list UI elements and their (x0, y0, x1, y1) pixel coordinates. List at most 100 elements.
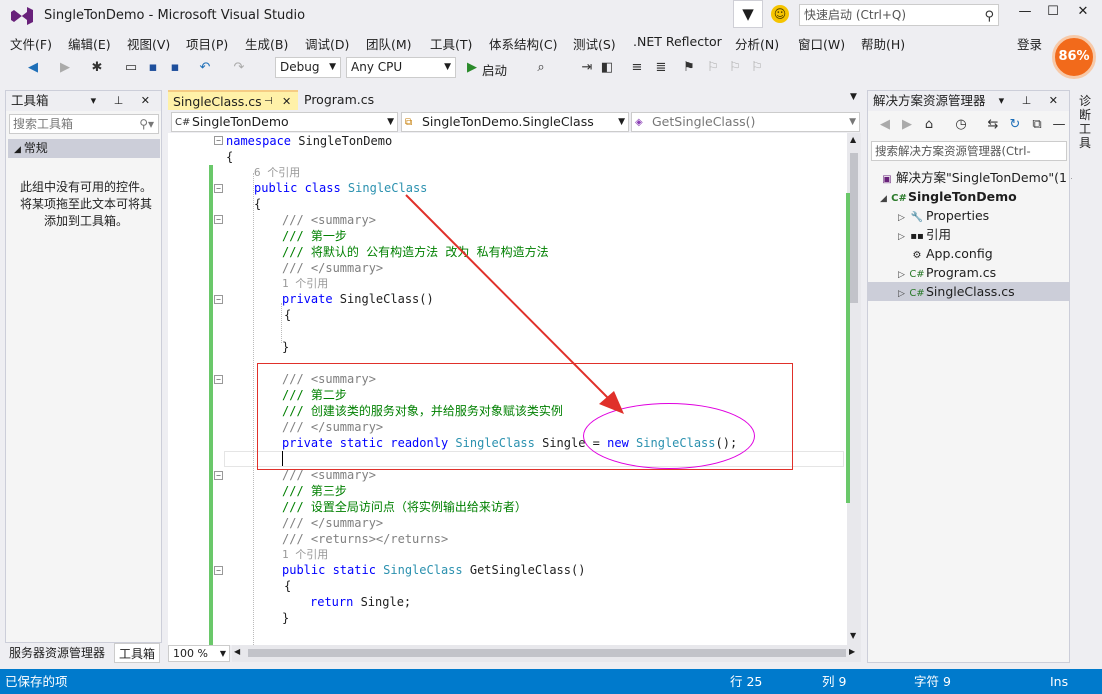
type-nav-select[interactable]: ⧉ SingleTonDemo.SingleClass ▼ (401, 112, 629, 132)
find-icon[interactable]: ⌕ (532, 59, 550, 77)
member-nav-select[interactable]: ◈ GetSingleClass() ▼ (631, 112, 860, 132)
side-tab-diagnostic-tools[interactable]: 诊断工具 (1072, 90, 1102, 663)
redo-icon[interactable]: ↷ (230, 59, 248, 77)
back-icon[interactable]: ◀ (24, 59, 42, 77)
fold-toggle-icon[interactable]: − (214, 184, 223, 193)
tree-item-properties[interactable]: ▷ 🔧 Properties (898, 206, 989, 225)
save-all-icon[interactable]: ▪ (166, 59, 184, 77)
start-label[interactable]: 启动 (482, 60, 507, 79)
menu-window[interactable]: 窗口(W) (798, 34, 845, 53)
scroll-down-icon[interactable]: ▼ (850, 631, 856, 640)
open-file-icon[interactable]: ▭ (122, 59, 140, 77)
tree-item-app-config[interactable]: ⚙ App.config (908, 244, 993, 263)
platform-select[interactable]: Any CPU ▼ (346, 57, 456, 78)
maximize-button[interactable]: ☐ (1040, 4, 1066, 24)
tab-program-cs[interactable]: Program.cs (299, 90, 417, 110)
menu-project[interactable]: 项目(P) (186, 34, 228, 53)
tab-overflow-icon[interactable]: ▼ (850, 92, 857, 102)
type-nav-value: SingleTonDemo.SingleClass (422, 114, 594, 129)
expanded-triangle-icon[interactable]: ◢ (880, 190, 890, 209)
uncomment-icon[interactable]: ≣ (652, 59, 670, 77)
forward-icon[interactable]: ▶ (898, 116, 916, 134)
solution-search-input[interactable]: 搜索解决方案资源管理器(Ctrl- (871, 141, 1067, 161)
collapse-all-icon[interactable]: ⧉ (1028, 116, 1046, 134)
menu-net-reflector[interactable]: .NET Reflector (633, 34, 722, 49)
home-icon[interactable]: ⌂ (920, 116, 938, 134)
prev-bookmark-icon[interactable]: ⚐ (704, 59, 722, 77)
start-icon[interactable]: ▶ (463, 59, 481, 77)
tab-server-explorer[interactable]: 服务器资源管理器 (5, 643, 110, 663)
refresh-icon[interactable]: ↻ (1006, 116, 1024, 134)
menu-build[interactable]: 生成(B) (245, 34, 288, 53)
fold-toggle-icon[interactable]: − (214, 295, 223, 304)
zoom-select[interactable]: 100 % ▼ (168, 645, 230, 662)
fold-toggle-icon[interactable]: − (214, 375, 223, 384)
menu-help[interactable]: 帮助(H) (861, 34, 905, 53)
menu-analyze[interactable]: 分析(N) (735, 34, 779, 53)
reference-count[interactable]: 1 个引用 (282, 547, 861, 563)
fold-toggle-icon[interactable]: − (214, 136, 223, 145)
tree-item-singleclass-cs[interactable]: ▷ C#SingleClass.cs (868, 282, 1069, 301)
tab-toolbox[interactable]: 工具箱 (114, 643, 161, 663)
left-bottom-tabs: 服务器资源管理器 工具箱 (5, 643, 162, 663)
fold-toggle-icon[interactable]: − (214, 471, 223, 480)
menu-view[interactable]: 视图(V) (127, 34, 170, 53)
scroll-thumb[interactable] (248, 649, 846, 657)
login-link[interactable]: 登录 (1017, 34, 1042, 53)
breakpoint-icon[interactable]: ◧ (598, 59, 616, 77)
tree-project[interactable]: ◢ C#SingleTonDemo (880, 187, 1017, 206)
tree-label: 解决方案"SingleTonDemo"(1 - (896, 170, 1076, 185)
sync-icon[interactable]: ⇆ (984, 116, 1002, 134)
comment-icon[interactable]: ≡ (628, 59, 646, 77)
collapsed-triangle-icon[interactable]: ▷ (898, 228, 908, 247)
step-icon[interactable]: ⇥ (578, 59, 596, 77)
bookmark-icon[interactable]: ⚑ (680, 59, 698, 77)
pin-icon[interactable]: ⊣ (264, 92, 273, 112)
reference-count[interactable]: 1 个引用 (282, 276, 861, 292)
quick-launch-input[interactable]: 快速启动 (Ctrl+Q) ⚲ (799, 4, 999, 26)
scroll-thumb[interactable] (850, 153, 858, 303)
code-editor[interactable]: − − − − − − − namespace SingleTonDemo { … (168, 133, 861, 645)
config-select[interactable]: Debug ▼ (275, 57, 341, 78)
menu-tools[interactable]: 工具(T) (430, 34, 472, 53)
tree-item-references[interactable]: ▷ ▪▪ 引用 (898, 225, 951, 244)
menu-test[interactable]: 测试(S) (573, 34, 616, 53)
close-tab-icon[interactable]: ✕ (282, 92, 291, 112)
toolbox-group-general[interactable]: ◢ 常规 (8, 139, 160, 158)
tree-solution[interactable]: ▣ 解决方案"SingleTonDemo"(1 - (878, 168, 1075, 187)
toolbox-search-input[interactable]: 搜索工具箱 ⚲▾ (9, 114, 159, 134)
menu-team[interactable]: 团队(M) (366, 34, 412, 53)
reference-count[interactable]: 6 个引用 (254, 165, 861, 181)
menu-edit[interactable]: 编辑(E) (68, 34, 111, 53)
panel-header-buttons[interactable]: ▾ ⊥ ✕ (91, 91, 157, 111)
panel-header-buttons[interactable]: ▾ ⊥ ✕ (999, 91, 1065, 111)
save-icon[interactable]: ▪ (144, 59, 162, 77)
close-button[interactable]: ✕ (1070, 4, 1096, 24)
next-bookmark-icon[interactable]: ⚐ (726, 59, 744, 77)
tree-item-program-cs[interactable]: ▷ C#Program.cs (898, 263, 996, 282)
forward-icon[interactable]: ▶ (56, 59, 74, 77)
clear-bookmarks-icon[interactable]: ⚐ (748, 59, 766, 77)
menu-file[interactable]: 文件(F) (10, 34, 52, 53)
menu-debug[interactable]: 调试(D) (305, 34, 349, 53)
new-project-icon[interactable]: ✱ (88, 59, 106, 77)
history-icon[interactable]: ◷ (952, 116, 970, 134)
undo-icon[interactable]: ↶ (196, 59, 214, 77)
tab-singleclass-cs[interactable]: SingleClass.cs ⊣ ✕ (168, 90, 298, 110)
properties-icon[interactable]: — (1050, 116, 1068, 134)
menu-architecture[interactable]: 体系结构(C) (489, 34, 557, 53)
code-line: private SingleClass() (282, 291, 861, 307)
vertical-scrollbar[interactable]: ▲ ▼ (846, 133, 861, 645)
back-icon[interactable]: ◀ (876, 116, 894, 134)
fold-toggle-icon[interactable]: − (214, 566, 223, 575)
notification-flag-icon[interactable]: ▼ (733, 0, 763, 28)
fold-toggle-icon[interactable]: − (214, 215, 223, 224)
horizontal-scrollbar[interactable]: ◀ ▶ (232, 645, 861, 662)
feedback-smiley-icon[interactable]: ☺ (771, 5, 789, 23)
project-nav-select[interactable]: C# SingleTonDemo ▼ (171, 112, 398, 132)
collapsed-triangle-icon[interactable]: ▷ (898, 285, 908, 304)
scroll-left-icon[interactable]: ◀ (234, 647, 240, 656)
scroll-right-icon[interactable]: ▶ (849, 647, 855, 656)
minimize-button[interactable]: — (1012, 4, 1038, 24)
scroll-up-icon[interactable]: ▲ (850, 135, 856, 144)
